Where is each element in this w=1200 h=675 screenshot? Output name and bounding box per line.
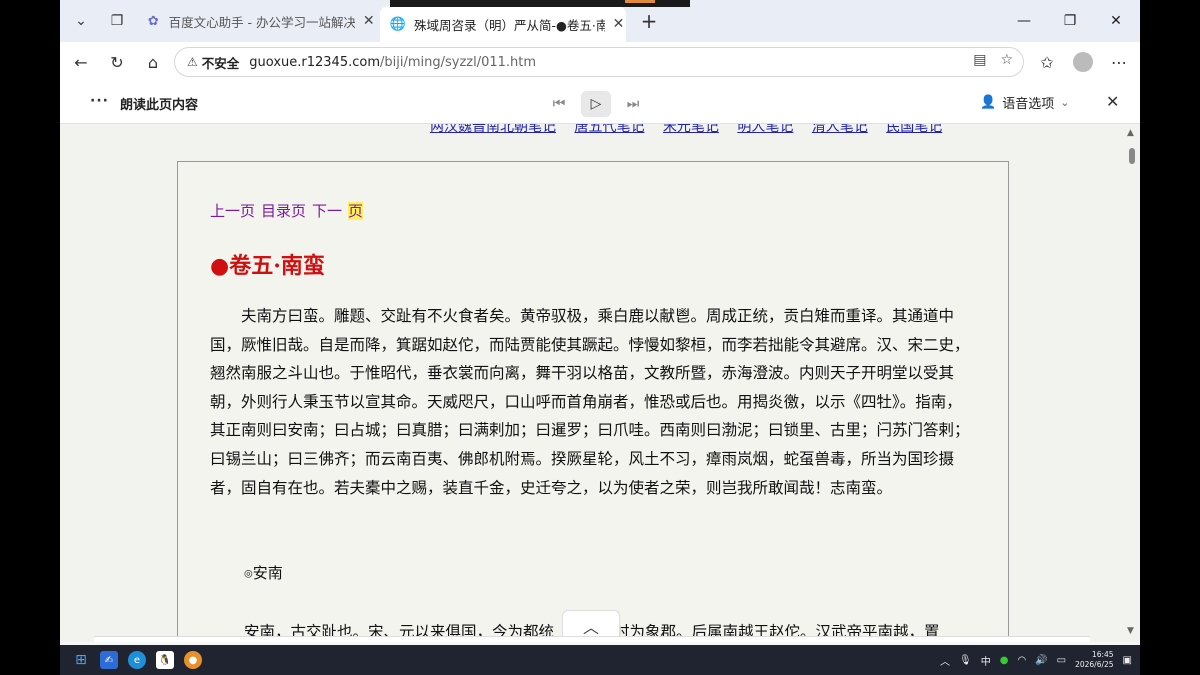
scroll-down-icon[interactable]: ▼ xyxy=(1127,626,1134,636)
voice-person-icon: 👤 xyxy=(980,95,997,110)
next-page-link[interactable]: 下一页 xyxy=(312,202,364,220)
system-tray: ︿ 🎙 中 ● ◠ 🔊 ▭ 16:45 2026/6/25 ▣ xyxy=(940,650,1132,670)
taskbar: ⊞ ✍ e 🐧 ● ︿ 🎙 中 ● ◠ 🔊 ▭ 16:45 2026/6/25 … xyxy=(60,645,1140,675)
next-paragraph-icon[interactable]: ⏭ xyxy=(618,91,648,117)
more-options-icon[interactable]: ··· xyxy=(90,93,109,109)
settings-more-icon[interactable]: ⋯ xyxy=(1106,50,1132,74)
page-navigation: 上一页 目录页 下一页 xyxy=(210,200,369,221)
url-host: guoxue.r12345.com xyxy=(249,54,380,70)
edge-browser-icon[interactable]: e xyxy=(128,651,146,669)
scroll-up-icon[interactable]: ▲ xyxy=(1127,128,1134,138)
content-box: 上一页 目录页 下一页 ●卷五·南蛮 夫南方曰蛮。雕题、交趾有不火食者矣。黄帝驭极，… xyxy=(177,161,1009,642)
tab-title: 百度文心助手 - 办公学习一站解决 xyxy=(168,14,356,30)
back-icon[interactable]: ← xyxy=(68,50,94,74)
address-bar-row: ← ↻ ⌂ ⚠ 不安全 guoxue.r12345.com/biji/ming/… xyxy=(60,42,1140,82)
nav-link[interactable]: 清人笔记 xyxy=(812,124,868,135)
toc-link[interactable]: 目录页 xyxy=(261,202,306,220)
windows-start-icon[interactable]: ⊞ xyxy=(72,651,90,669)
minimize-icon[interactable]: — xyxy=(1004,8,1044,34)
body-paragraph: 夫南方曰蛮。雕题、交趾有不火食者矣。黄帝驭极，乘白鹿以献鬯。周成正统，贡白雉而重… xyxy=(210,307,970,497)
favorite-star-icon[interactable]: ☆ xyxy=(1000,52,1013,68)
next-text: 下一 xyxy=(312,202,343,220)
warning-icon[interactable]: ⚠ xyxy=(187,55,198,69)
page-viewport: 两汉魏晋南北朝笔记 唐五代笔记 宋元笔记 明人笔记 清人笔记 民国笔记 上一页目… xyxy=(60,124,1140,642)
clock-time: 16:45 xyxy=(1091,650,1114,659)
chapter-title: ●卷五·南蛮 xyxy=(210,253,325,279)
vertical-scrollbar[interactable]: ▲ ▼ xyxy=(1124,124,1140,642)
notification-icon[interactable]: ▣ xyxy=(1123,655,1132,666)
browser-window: ⌄ ❐ ✿ 百度文心助手 - 办公学习一站解决 ✕ 🌐 殊域周咨录（明）严从简-… xyxy=(60,0,1140,675)
voice-options-label: 语音选项 xyxy=(1002,97,1055,112)
globe-icon: 🌐 xyxy=(389,16,407,32)
close-window-icon[interactable]: ✕ xyxy=(1096,8,1136,34)
tab-list-icon[interactable]: ⌄ xyxy=(68,9,94,33)
network-icon[interactable]: ◠ xyxy=(1017,655,1026,666)
media-app-icon[interactable]: ● xyxy=(184,651,202,669)
bottom-strip xyxy=(94,636,1090,642)
restore-icon[interactable]: ❐ xyxy=(1050,8,1090,34)
app-icon[interactable]: ✍ xyxy=(100,651,118,669)
qq-icon[interactable]: 🐧 xyxy=(156,651,174,669)
battery-icon[interactable]: ▭ xyxy=(1057,655,1066,666)
volume-icon[interactable]: 🔊 xyxy=(1035,655,1047,666)
read-aloud-label: 朗读此页内容 xyxy=(120,98,199,113)
top-category-nav: 两汉魏晋南北朝笔记 唐五代笔记 宋元笔记 明人笔记 清人笔记 民国笔记 xyxy=(430,124,956,136)
clock[interactable]: 16:45 2026/6/25 xyxy=(1075,650,1113,670)
workspaces-icon[interactable]: ❐ xyxy=(104,9,130,33)
read-aloud-bar: ··· 朗读此页内容 ⏮ ▷ ⏭ 👤 语音选项 ⌄ ✕ xyxy=(60,82,1140,124)
tab-baidu[interactable]: ✿ 百度文心助手 - 办公学习一站解决 ✕ xyxy=(136,6,376,36)
close-tab-icon[interactable]: ✕ xyxy=(611,16,626,32)
nav-link[interactable]: 民国笔记 xyxy=(886,124,942,135)
address-field[interactable]: ⚠ 不安全 guoxue.r12345.com/biji/ming/syzzl/… xyxy=(174,47,1024,77)
microphone-icon[interactable]: 🎙 xyxy=(959,655,972,666)
baidu-assistant-icon: ✿ xyxy=(147,13,159,29)
favorites-icon[interactable]: ✩ xyxy=(1034,50,1060,74)
section-title-text: 安南 xyxy=(252,564,283,582)
previous-paragraph-icon[interactable]: ⏮ xyxy=(544,91,574,117)
tray-overflow-icon[interactable]: ︿ xyxy=(940,653,950,668)
voice-options-button[interactable]: 👤 语音选项 ⌄ xyxy=(980,93,1069,112)
new-tab-button[interactable]: + xyxy=(636,9,662,33)
home-icon[interactable]: ⌂ xyxy=(140,50,166,74)
url-path: /biji/ming/syzzl/011.htm xyxy=(380,54,537,70)
nav-link[interactable]: 明人笔记 xyxy=(737,124,793,135)
section-heading: ◎安南 xyxy=(244,562,283,583)
ime-indicator[interactable]: 中 xyxy=(981,653,991,668)
section-mark: ◎ xyxy=(244,568,253,580)
close-tab-icon[interactable]: ✕ xyxy=(361,13,376,29)
reader-view-icon[interactable]: ▤ xyxy=(973,52,986,68)
tab-title: 殊域周咨录（明）严从简-●卷五·南 xyxy=(414,17,606,33)
chevron-down-icon: ⌄ xyxy=(1060,96,1070,109)
tab-active-page[interactable]: 🌐 殊域周咨录（明）严从简-●卷五·南 ✕ xyxy=(380,6,626,42)
profile-avatar[interactable] xyxy=(1070,50,1096,74)
prev-page-link[interactable]: 上一页 xyxy=(210,202,255,220)
highlighted-word: 页 xyxy=(348,202,364,220)
refresh-icon[interactable]: ↻ xyxy=(104,50,130,74)
clock-date: 2026/6/25 xyxy=(1075,660,1114,669)
nav-link[interactable]: 宋元笔记 xyxy=(663,124,719,135)
close-read-aloud-icon[interactable]: ✕ xyxy=(1106,92,1119,111)
top-overlay-accent xyxy=(625,0,655,3)
app-tray-icon[interactable]: ● xyxy=(1000,655,1009,666)
nav-link[interactable]: 唐五代笔记 xyxy=(574,124,644,135)
insecure-label[interactable]: 不安全 xyxy=(202,53,240,72)
nav-link[interactable]: 两汉魏晋南北朝笔记 xyxy=(430,124,556,135)
scrollbar-thumb[interactable] xyxy=(1129,148,1135,164)
play-icon[interactable]: ▷ xyxy=(581,91,611,117)
